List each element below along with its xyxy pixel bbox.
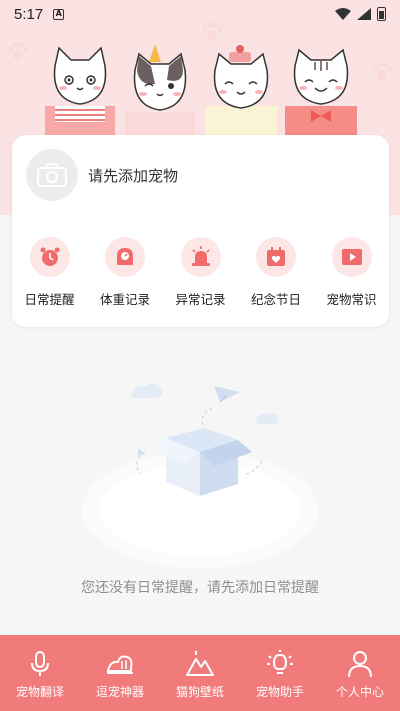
lightbulb-icon — [267, 650, 293, 674]
nav-wallpaper[interactable]: 猫狗壁纸 — [160, 649, 240, 711]
add-pet-button[interactable]: 请先添加宠物 — [26, 149, 178, 201]
paw-print-icon — [372, 62, 393, 80]
person-icon — [348, 651, 372, 678]
add-pet-label[interactable]: 请先添加宠物 — [88, 165, 178, 186]
feature-grid: 日常提醒 体重记录 异常记录 纪念节日 宠物常识 — [12, 237, 389, 308]
video-play-icon — [331, 237, 372, 277]
cat-illustration — [45, 46, 115, 140]
status-time: 5:17 — [14, 5, 44, 23]
notification-icon: A — [53, 8, 65, 20]
camera-icon — [37, 163, 67, 187]
scale-icon — [105, 237, 145, 277]
siren-icon — [180, 237, 221, 277]
feature-pet-knowledge[interactable]: 宠物常识 — [314, 237, 389, 308]
wifi-icon — [335, 8, 351, 20]
signal-icon — [357, 8, 371, 20]
feature-label: 宠物常识 — [326, 292, 377, 307]
mountain-image-icon — [186, 651, 214, 676]
cat-illustration — [125, 44, 195, 140]
feature-label: 异常记录 — [175, 292, 226, 307]
cat-illustration — [205, 45, 277, 140]
microphone-icon — [31, 651, 49, 676]
nav-label: 宠物助手 — [255, 685, 304, 699]
paw-toy-icon — [106, 655, 133, 674]
cat-illustration — [285, 48, 357, 140]
feature-label: 日常提醒 — [24, 292, 75, 307]
alarm-clock-icon — [29, 237, 70, 277]
nav-pet-translate[interactable]: 宠物翻译 — [0, 649, 80, 711]
empty-box-illustration — [82, 383, 318, 568]
feature-daily-reminder[interactable]: 日常提醒 — [12, 237, 87, 308]
nav-profile[interactable]: 个人中心 — [320, 649, 400, 711]
feature-weight-record[interactable]: 体重记录 — [88, 237, 163, 308]
paw-print-icon — [8, 42, 29, 60]
nav-pet-assistant[interactable]: 宠物助手 — [240, 649, 320, 711]
calendar-heart-icon — [256, 237, 296, 277]
cats-illustration — [40, 40, 370, 140]
nav-label: 猫狗壁纸 — [175, 685, 224, 699]
nav-pet-toy[interactable]: 逗宠神器 — [80, 649, 160, 711]
empty-state-message: 您还没有日常提醒，请先添加日常提醒 — [81, 580, 319, 596]
feature-label: 纪念节日 — [250, 292, 301, 307]
nav-label: 宠物翻译 — [15, 685, 64, 699]
pet-avatar[interactable] — [26, 149, 78, 201]
nav-label: 逗宠神器 — [95, 685, 144, 699]
nav-label: 个人中心 — [335, 685, 384, 699]
feature-abnormal-record[interactable]: 异常记录 — [163, 237, 238, 308]
feature-label: 体重记录 — [99, 292, 150, 307]
pet-card: 请先添加宠物 日常提醒 体重记录 异常记录 纪念节日 宠物常识 — [12, 135, 389, 327]
bottom-nav: 宠物翻译 逗宠神器 猫狗壁纸 宠物助手 个人中心 — [0, 635, 400, 711]
feature-anniversary[interactable]: 纪念节日 — [239, 237, 314, 308]
status-bar: 5:17 A — [0, 0, 400, 28]
battery-icon — [377, 7, 386, 21]
